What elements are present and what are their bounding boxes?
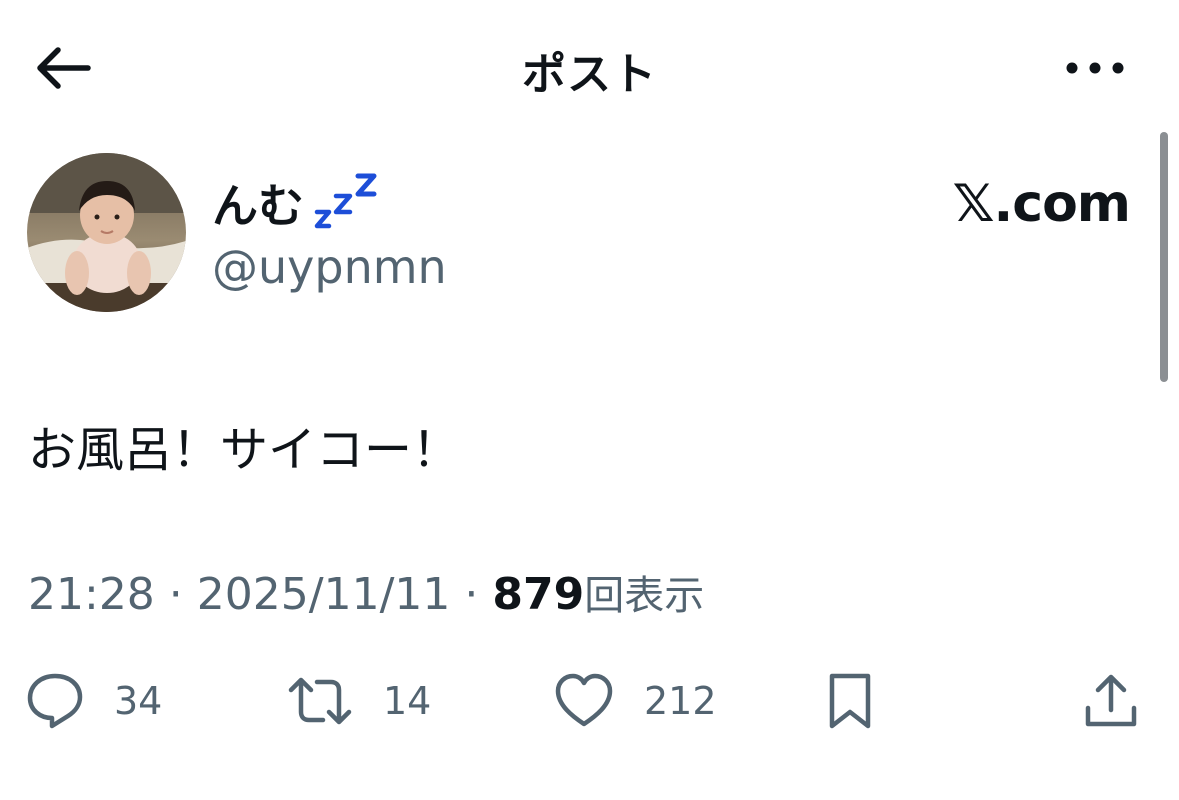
reply-button[interactable]: 34 <box>24 668 162 734</box>
avatar[interactable] <box>27 153 186 312</box>
meta-separator: · <box>154 569 197 620</box>
display-name[interactable]: んむ <box>212 170 304 236</box>
views-label[interactable]: 回表示 <box>584 573 704 619</box>
avatar-photo <box>27 153 186 312</box>
heart-icon <box>555 673 613 727</box>
post-meta: 21:28 · 2025/11/11 · 879回表示 <box>28 563 704 621</box>
post-text: お風呂！サイコー！ <box>28 422 461 478</box>
more-horizontal-icon <box>1066 62 1124 74</box>
bookmark-button[interactable] <box>824 668 876 734</box>
share-button[interactable] <box>1080 668 1142 734</box>
page-title: ポスト <box>522 49 657 100</box>
x-com-watermark: 𝕏.com <box>952 174 1131 234</box>
scrollbar[interactable] <box>1160 132 1168 382</box>
repost-count: 14 <box>383 679 432 723</box>
like-button[interactable]: 212 <box>552 668 717 734</box>
reply-count: 34 <box>114 679 163 723</box>
repost-button[interactable]: 14 <box>285 668 431 734</box>
share-icon <box>1085 674 1137 727</box>
user-handle[interactable]: @uypnmn <box>212 240 447 294</box>
like-count: 212 <box>644 679 717 723</box>
post-date[interactable]: 2025/11/11 <box>197 569 451 620</box>
bookmark-icon <box>829 673 871 729</box>
more-options-button[interactable] <box>1060 40 1132 96</box>
repost-icon <box>288 677 352 725</box>
meta-separator: · <box>450 569 493 620</box>
reply-bubble-icon <box>27 673 83 729</box>
zzz-icon <box>314 170 384 232</box>
post-time[interactable]: 21:28 <box>28 569 155 620</box>
views-count[interactable]: 879 <box>492 569 584 620</box>
